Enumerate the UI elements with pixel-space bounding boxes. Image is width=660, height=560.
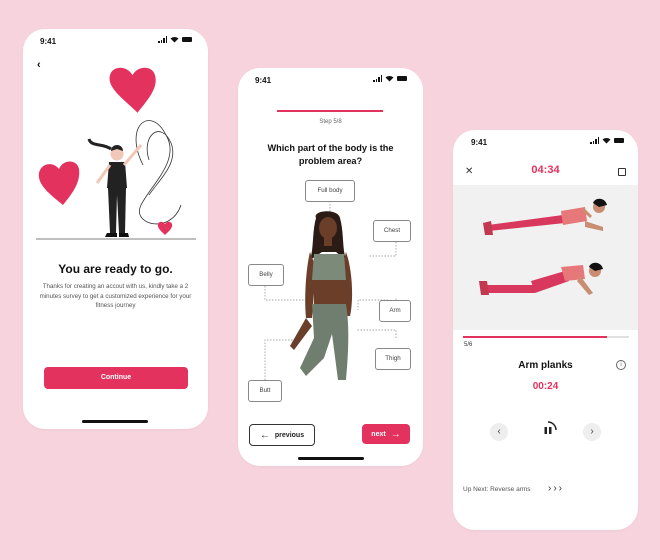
exercise-title: Arm planks — [518, 360, 573, 371]
up-next-label: Up Next: Reverse arms — [463, 486, 531, 493]
status-bar: 9:41 — [23, 29, 208, 51]
survey-screen: 9:41 Step 5/8 Which part of the body is … — [238, 68, 423, 466]
body-part-arm[interactable]: Arm — [379, 300, 411, 322]
info-icon[interactable]: i — [616, 360, 626, 370]
body-part-chest[interactable]: Chest — [373, 220, 411, 242]
workout-timer: 04:34 — [531, 164, 560, 176]
status-bar: 9:41 — [453, 130, 638, 152]
next-label: next — [371, 430, 386, 438]
status-time: 9:41 — [471, 138, 488, 147]
welcome-title: You are ready to go. — [58, 262, 173, 276]
home-indicator — [298, 457, 364, 460]
signal-icon — [158, 36, 167, 43]
chevron-right-icon: › — [590, 426, 594, 437]
next-button[interactable]: next → — [362, 424, 410, 444]
wifi-icon — [170, 36, 179, 43]
body-part-thigh[interactable]: Thigh — [375, 348, 411, 370]
arrow-left-icon: ← — [259, 429, 270, 441]
body-part-belly[interactable]: Belly — [248, 264, 284, 286]
status-time: 9:41 — [40, 37, 57, 46]
pause-icon[interactable] — [537, 419, 559, 441]
exercise-illustration — [453, 185, 638, 330]
heart-icon — [109, 67, 156, 113]
exercise-progress-fill — [463, 336, 608, 338]
chevron-left-icon: ‹ — [497, 426, 501, 437]
hero-illustration — [36, 67, 196, 240]
exercise-progress-bar — [463, 336, 629, 338]
battery-icon — [614, 138, 624, 143]
previous-label: previous — [274, 431, 305, 439]
workout-screen: 9:41 ✕ 04:34 5/6 Arm planks i 00:24 ‹ › … — [453, 130, 638, 530]
continue-button[interactable]: Continue — [44, 367, 188, 389]
body-photo — [290, 211, 353, 380]
previous-button[interactable]: ← previous — [249, 424, 315, 446]
fullscreen-icon[interactable] — [618, 168, 626, 176]
signal-icon — [590, 137, 599, 144]
next-exercise-button[interactable]: › — [583, 423, 601, 441]
exercise-counter: 5/6 — [464, 342, 473, 348]
arrow-right-icon: → — [390, 428, 401, 440]
home-indicator — [82, 420, 148, 423]
wifi-icon — [602, 137, 611, 144]
welcome-screen: 9:41 ‹ You are ready to go. Thanks for c… — [23, 29, 208, 429]
body-part-butt[interactable]: Butt — [248, 380, 282, 402]
previous-exercise-button[interactable]: ‹ — [490, 423, 508, 441]
body-part-full-body[interactable]: Full body — [305, 180, 355, 202]
exercise-time: 00:24 — [532, 381, 559, 392]
welcome-description: Thanks for creating an accout with us, k… — [39, 283, 192, 309]
triple-chevron-right-icon[interactable]: ››› — [548, 483, 564, 494]
battery-icon — [182, 37, 192, 42]
plank-figures — [479, 198, 607, 295]
